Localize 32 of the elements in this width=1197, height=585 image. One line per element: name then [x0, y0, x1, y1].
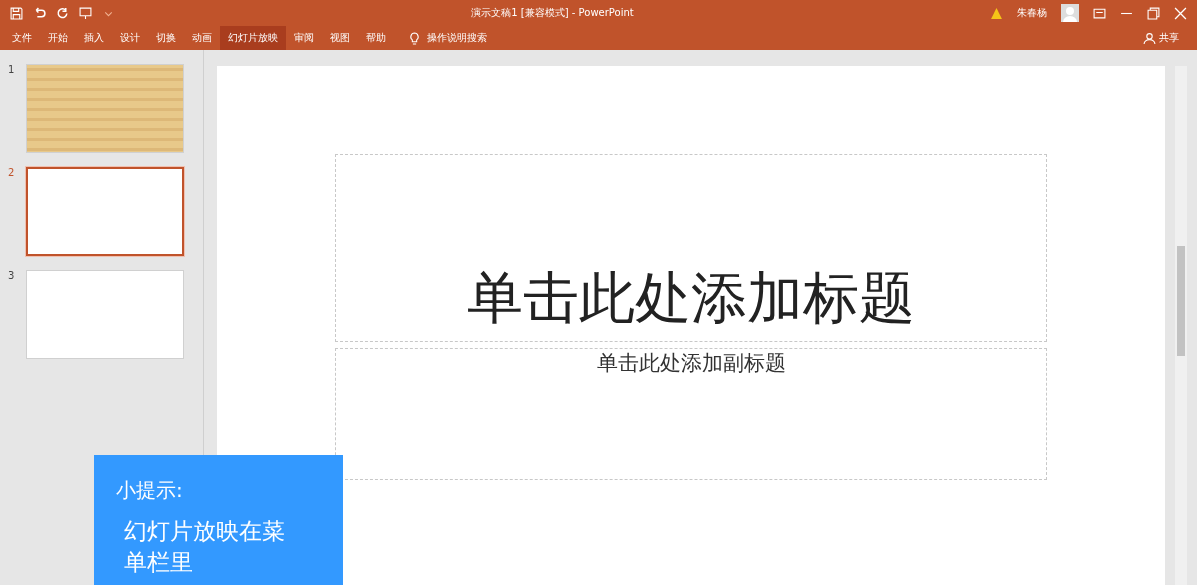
save-icon[interactable]	[10, 6, 23, 20]
undo-icon[interactable]	[33, 6, 46, 20]
ribbon-tab[interactable]: 视图	[322, 26, 358, 50]
presentation-icon[interactable]	[79, 6, 92, 20]
redo-icon[interactable]	[56, 6, 69, 20]
ribbon-tab[interactable]: 开始	[40, 26, 76, 50]
ribbon-tab[interactable]: 文件	[4, 26, 40, 50]
ribbon-display-icon[interactable]	[1093, 6, 1106, 20]
slide-number: 1	[8, 64, 16, 77]
share-button[interactable]: 共享	[1143, 31, 1193, 45]
tip-heading: 小提示:	[116, 477, 184, 504]
window-title: 演示文稿1 [兼容模式] - PowerPoint	[470, 6, 635, 20]
title-placeholder[interactable]: 单击此处添加标题	[335, 154, 1047, 342]
warning-icon	[990, 6, 1003, 20]
ribbon-tab[interactable]: 审阅	[286, 26, 322, 50]
slide-number: 3	[8, 270, 16, 283]
ribbon-tab[interactable]: 切换	[148, 26, 184, 50]
ribbon-tab[interactable]: 设计	[112, 26, 148, 50]
ribbon-tab[interactable]: 幻灯片放映	[220, 26, 286, 50]
tip-text: 幻灯片放映在菜单栏里	[124, 517, 286, 577]
ribbon-tab[interactable]: 插入	[76, 26, 112, 50]
user-name: 朱春杨	[1017, 6, 1047, 20]
search-field[interactable]: 操作说明搜索	[427, 31, 487, 45]
slide-number: 2	[8, 167, 16, 180]
person-icon	[1143, 31, 1156, 45]
ribbon-tab[interactable]: 帮助	[358, 26, 394, 50]
lightbulb-icon	[408, 31, 421, 45]
slide-thumbnail[interactable]	[26, 167, 184, 256]
ribbon-tab[interactable]: 动画	[184, 26, 220, 50]
restore-icon[interactable]	[1147, 6, 1160, 20]
close-icon[interactable]	[1174, 6, 1187, 20]
scrollbar[interactable]	[1175, 66, 1187, 585]
